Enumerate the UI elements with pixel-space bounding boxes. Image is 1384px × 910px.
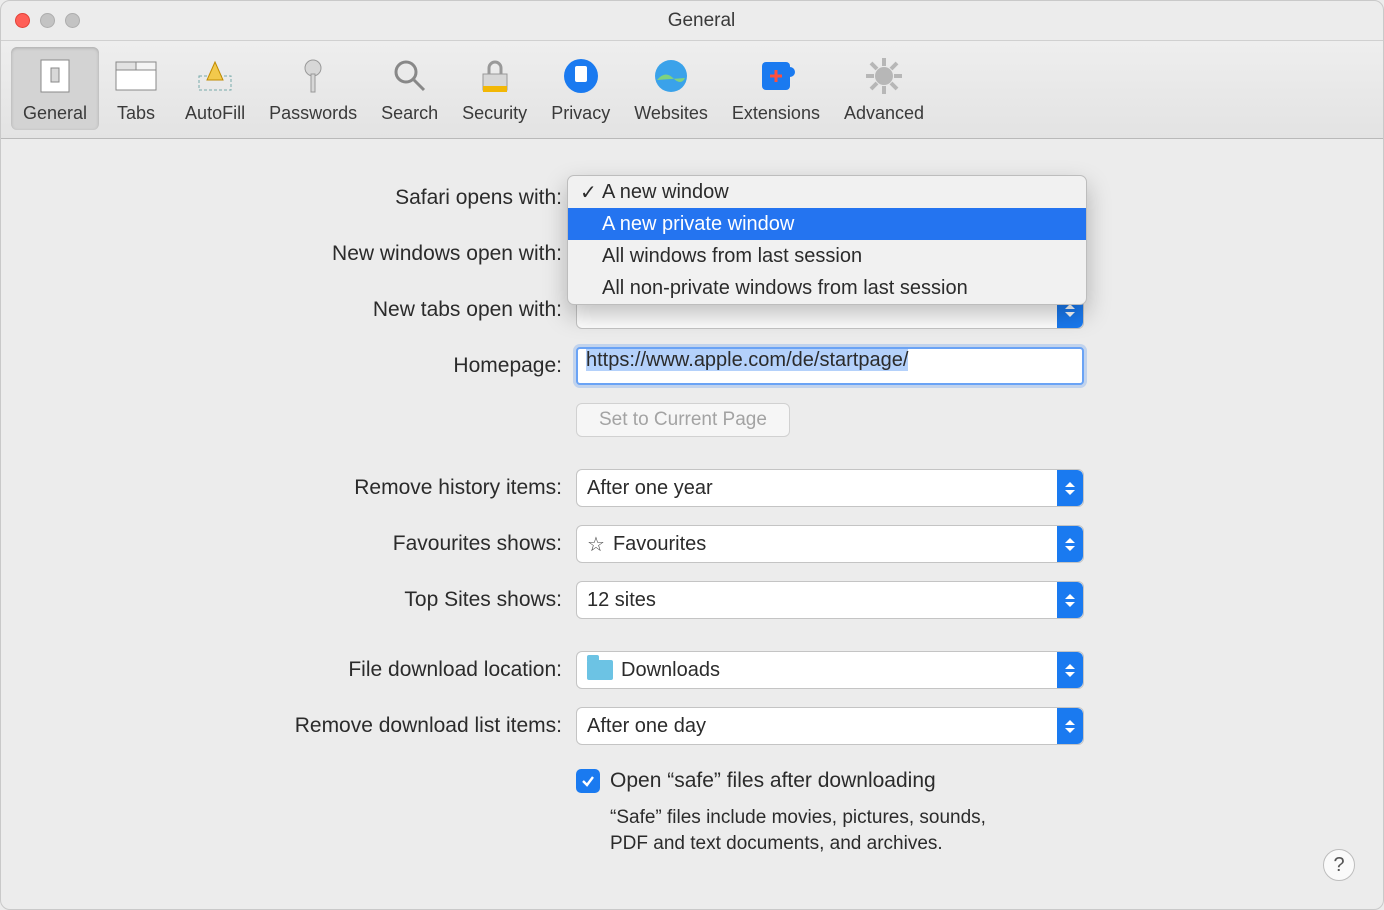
- menu-item-new-private-window[interactable]: A new private window: [568, 208, 1086, 240]
- menu-item-all-nonprivate-last-session[interactable]: All non-private windows from last sessio…: [568, 272, 1086, 304]
- tab-label: AutoFill: [185, 103, 245, 124]
- preferences-window: General General Tabs AutoFill Passwords: [0, 0, 1384, 910]
- tab-label: Privacy: [551, 103, 610, 124]
- titlebar: General: [1, 1, 1383, 41]
- top-sites-select[interactable]: 12 sites: [576, 581, 1084, 619]
- new-windows-label: New windows open with:: [1, 242, 576, 266]
- tab-websites[interactable]: Websites: [622, 47, 720, 130]
- tab-label: Passwords: [269, 103, 357, 124]
- remove-downloads-select[interactable]: After one day: [576, 707, 1084, 745]
- puzzle-icon: [751, 53, 801, 99]
- key-icon: [288, 53, 338, 99]
- select-stepper-icon: [1057, 582, 1083, 618]
- tab-label: General: [23, 103, 87, 124]
- tab-extensions[interactable]: Extensions: [720, 47, 832, 130]
- download-location-select[interactable]: Downloads: [576, 651, 1084, 689]
- search-icon: [385, 53, 435, 99]
- menu-item-new-window[interactable]: ✓ A new window: [568, 176, 1086, 208]
- open-safe-label[interactable]: Open “safe” files after downloading: [610, 769, 936, 793]
- new-tabs-label: New tabs open with:: [1, 298, 576, 322]
- open-safe-checkbox[interactable]: [576, 769, 600, 793]
- tab-label: Search: [381, 103, 438, 124]
- star-icon: ☆: [587, 532, 605, 557]
- select-stepper-icon: [1057, 652, 1083, 688]
- homepage-label: Homepage:: [1, 354, 576, 378]
- tab-autofill[interactable]: AutoFill: [173, 47, 257, 130]
- tab-general[interactable]: General: [11, 47, 99, 130]
- safari-opens-with-menu: ✓ A new window A new private window All …: [567, 175, 1087, 305]
- minimize-icon[interactable]: [40, 13, 55, 28]
- autofill-icon: [190, 53, 240, 99]
- download-location-label: File download location:: [1, 658, 576, 682]
- tab-label: Websites: [634, 103, 708, 124]
- tab-label: Extensions: [732, 103, 820, 124]
- close-icon[interactable]: [15, 13, 30, 28]
- favourites-shows-label: Favourites shows:: [1, 532, 576, 556]
- folder-icon: [587, 660, 613, 680]
- maximize-icon[interactable]: [65, 13, 80, 28]
- safari-opens-with-label: Safari opens with:: [1, 186, 576, 210]
- gear-icon: [859, 53, 909, 99]
- window-title: General: [80, 10, 1383, 32]
- privacy-icon: [556, 53, 606, 99]
- tab-advanced[interactable]: Advanced: [832, 47, 936, 130]
- tab-tabs[interactable]: Tabs: [99, 47, 173, 130]
- homepage-input[interactable]: https://www.apple.com/de/startpage/: [576, 347, 1084, 385]
- remove-downloads-label: Remove download list items:: [1, 714, 576, 738]
- tab-passwords[interactable]: Passwords: [257, 47, 369, 130]
- tab-search[interactable]: Search: [369, 47, 450, 130]
- tab-label: Advanced: [844, 103, 924, 124]
- safe-files-description: “Safe” files include movies, pictures, s…: [610, 805, 1000, 856]
- lock-icon: [470, 53, 520, 99]
- tabs-icon: [111, 53, 161, 99]
- remove-history-select[interactable]: After one year: [576, 469, 1084, 507]
- set-current-page-button[interactable]: Set to Current Page: [576, 403, 790, 437]
- select-stepper-icon: [1057, 526, 1083, 562]
- tab-privacy[interactable]: Privacy: [539, 47, 622, 130]
- top-sites-label: Top Sites shows:: [1, 588, 576, 612]
- prefs-toolbar: General Tabs AutoFill Passwords Search: [1, 41, 1383, 139]
- menu-item-all-windows-last-session[interactable]: All windows from last session: [568, 240, 1086, 272]
- select-stepper-icon: [1057, 708, 1083, 744]
- traffic-lights: [15, 13, 80, 28]
- favourites-select[interactable]: ☆ Favourites: [576, 525, 1084, 563]
- remove-history-label: Remove history items:: [1, 476, 576, 500]
- tab-label: Tabs: [117, 103, 155, 124]
- select-stepper-icon: [1057, 470, 1083, 506]
- tab-label: Security: [462, 103, 527, 124]
- help-button[interactable]: ?: [1323, 849, 1355, 881]
- globe-icon: [646, 53, 696, 99]
- tab-security[interactable]: Security: [450, 47, 539, 130]
- general-icon: [30, 53, 80, 99]
- checkmark-icon: ✓: [580, 180, 602, 205]
